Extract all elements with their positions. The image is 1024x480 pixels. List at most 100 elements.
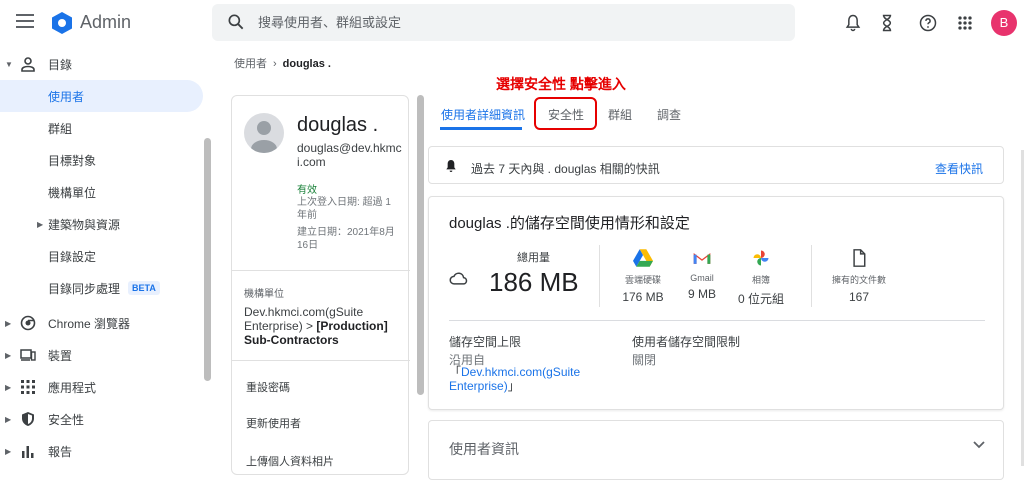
sidebar-item-label: 應用程式 <box>48 380 97 395</box>
user-storage-limit-label: 使用者儲存空間限制 <box>632 335 741 349</box>
sidebar-item-chrome-browser[interactable]: ▶ Chrome 瀏覽器 <box>0 307 203 339</box>
update-user-button[interactable]: 更新使用者 <box>246 415 301 431</box>
sidebar-item-label: 裝置 <box>48 348 73 363</box>
breadcrumb-parent[interactable]: 使用者 <box>234 58 267 70</box>
total-usage-value: 186 MB <box>489 267 579 297</box>
search-icon[interactable] <box>226 12 246 32</box>
help-icon[interactable] <box>918 13 938 33</box>
sidebar-item-org-units[interactable]: 機構單位 <box>0 176 203 208</box>
service-label: Gmail <box>690 273 714 283</box>
tab-investigation[interactable]: 調查 <box>657 106 681 123</box>
cloud-icon <box>449 272 468 285</box>
search-input[interactable] <box>258 4 778 41</box>
google-drive-icon <box>633 249 653 267</box>
upload-photo-button[interactable]: 上傳個人資料相片 <box>246 453 334 469</box>
divider <box>232 270 410 271</box>
view-alerts-link[interactable]: 查看快訊 <box>935 160 983 177</box>
notifications-bell-icon[interactable] <box>843 13 863 33</box>
caret-right-icon[interactable]: ▶ <box>5 447 11 456</box>
reset-password-button[interactable]: 重設密碼 <box>246 379 290 395</box>
breadcrumb-separator: › <box>273 58 277 70</box>
caret-right-icon[interactable]: ▶ <box>5 383 11 392</box>
user-avatar[interactable] <box>244 113 284 153</box>
documents-owned: 擁有的文件數 167 <box>822 249 896 304</box>
service-label: 雲端硬碟 <box>624 275 661 285</box>
breadcrumb: 使用者 › douglas . <box>234 55 331 71</box>
default-person-icon <box>251 121 277 153</box>
top-bar: Admin B <box>0 0 1024 46</box>
sidebar-item-label: 使用者 <box>48 89 85 104</box>
sidebar-item-label: Chrome 瀏覽器 <box>48 316 131 331</box>
sidebar-item-reports[interactable]: ▶ 報告 <box>0 435 203 467</box>
user-info-title: 使用者資訊 <box>449 441 519 457</box>
storage-limit-label: 儲存空間上限 <box>449 335 522 349</box>
brand-title[interactable]: Admin <box>80 12 131 33</box>
sidebar-item-label: 機構單位 <box>48 185 97 200</box>
notifications-bell-icon <box>446 160 456 172</box>
sidebar-nav: ▼ 目錄 使用者 群組 目標對象 機構單位 ▶ 建築物與資源 目錄設定 目錄同步… <box>0 46 212 466</box>
divider <box>811 245 812 307</box>
shield-icon <box>22 412 34 426</box>
tab-groups[interactable]: 群組 <box>608 106 632 123</box>
apps-grid-icon[interactable] <box>955 13 975 33</box>
org-unit-label: 機構單位 <box>244 289 284 300</box>
alerts-text: 過去 7 天內與 . douglas 相關的快訊 <box>471 162 660 176</box>
active-tab-indicator <box>440 127 522 130</box>
caret-right-icon[interactable]: ▶ <box>5 351 11 360</box>
devices-icon <box>20 349 36 361</box>
chrome-icon <box>20 315 36 331</box>
sidebar-item-directory[interactable]: ▼ 目錄 <box>0 48 203 80</box>
sidebar-item-label: 目錄 <box>48 57 73 72</box>
tasks-hourglass-icon[interactable] <box>877 13 897 33</box>
service-value: 167 <box>848 290 870 304</box>
user-email: douglas@dev.hkmci.com <box>297 141 402 169</box>
service-value: 176 MB <box>622 290 664 304</box>
caret-right-icon[interactable]: ▶ <box>5 415 11 424</box>
total-usage-label: 總用量 <box>517 252 550 264</box>
user-status: 有效 <box>297 185 317 196</box>
sidebar-item-groups[interactable]: 群組 <box>0 112 203 144</box>
search-bar[interactable] <box>212 4 795 41</box>
bar-chart-icon <box>22 446 34 458</box>
breadcrumb-current: douglas . <box>282 58 331 70</box>
caret-right-icon[interactable]: ▶ <box>5 319 11 328</box>
sidebar-item-audiences[interactable]: 目標對象 <box>0 144 203 176</box>
sidebar-item-directory-settings[interactable]: 目錄設定 <box>0 240 203 272</box>
tab-user-details[interactable]: 使用者詳細資訊 <box>441 106 525 123</box>
user-info-section[interactable]: 使用者資訊 <box>428 420 1004 480</box>
divider <box>449 320 985 321</box>
storage-card: douglas .的儲存空間使用情形和設定 總用量 186 MB 雲端硬碟 17… <box>428 196 1004 410</box>
storage-limit-source: 「Dev.hkmci.com(gSuite Enterprise)」 <box>449 365 609 393</box>
sidebar-item-label: 目錄同步處理 <box>48 281 121 296</box>
caret-right-icon[interactable]: ▶ <box>37 220 43 229</box>
sidebar-item-label: 群組 <box>48 121 73 136</box>
beta-badge: BETA <box>128 281 160 295</box>
chevron-down-icon[interactable] <box>973 441 985 449</box>
admin-logo-icon[interactable] <box>50 11 74 35</box>
sidebar-item-security[interactable]: ▶ 安全性 <box>0 403 203 435</box>
sidebar-item-devices[interactable]: ▶ 裝置 <box>0 339 203 371</box>
sidebar-scrollbar[interactable] <box>204 138 211 381</box>
user-name: douglas . <box>297 114 379 136</box>
sidebar-item-directory-sync[interactable]: 目錄同步處理 BETA <box>0 272 203 304</box>
apps-grid-icon <box>21 380 35 394</box>
sidebar-item-label: 建築物與資源 <box>48 217 121 232</box>
sidebar-item-buildings-resources[interactable]: ▶ 建築物與資源 <box>0 208 203 240</box>
main-menu-icon[interactable] <box>16 14 34 28</box>
user-profile-card: douglas . douglas@dev.hkmci.com 有效 上次登入日… <box>231 95 410 475</box>
person-icon <box>21 57 35 72</box>
caret-down-icon[interactable]: ▼ <box>5 60 13 69</box>
storage-title: douglas .的儲存空間使用情形和設定 <box>449 215 690 232</box>
sidebar-item-apps[interactable]: ▶ 應用程式 <box>0 371 203 403</box>
last-login: 上次登入日期: 超過 1 年前 <box>297 197 391 221</box>
user-storage-limit-value: 關閉 <box>632 353 657 367</box>
sidebar-item-label-wrap: 目錄同步處理 BETA <box>48 280 160 297</box>
tab-security[interactable]: 安全性 <box>548 106 584 123</box>
alerts-banner: 過去 7 天內與 . douglas 相關的快訊 查看快訊 <box>428 146 1004 184</box>
profile-scrollbar[interactable] <box>417 95 424 395</box>
sidebar-item-users[interactable]: 使用者 <box>0 80 203 112</box>
account-avatar[interactable]: B <box>991 10 1017 36</box>
divider <box>232 360 410 361</box>
service-label: 擁有的文件數 <box>831 275 886 285</box>
org-unit-path: Dev.hkmci.com(gSuite Enterprise) > [Prod… <box>244 305 404 347</box>
